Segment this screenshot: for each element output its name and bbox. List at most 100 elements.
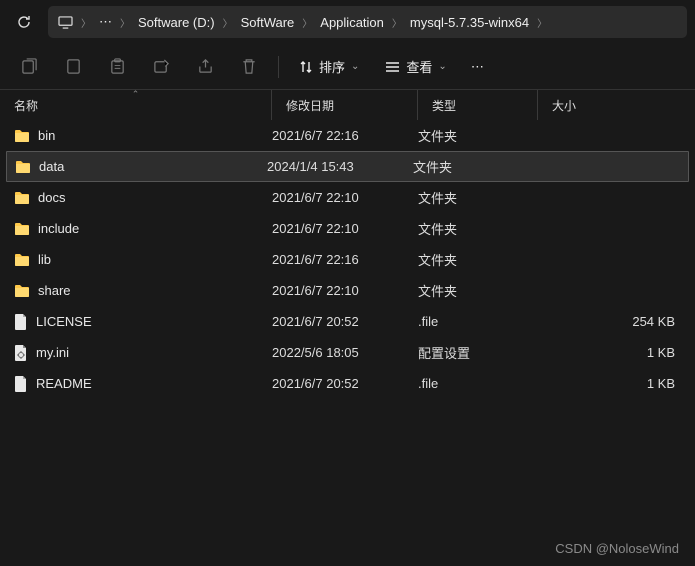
titlebar: 〉 ⋯ 〉 Software (D:) 〉 SoftWare 〉 Applica… (0, 0, 695, 44)
view-label: 查看 (406, 57, 432, 76)
file-name: share (38, 283, 71, 298)
column-label: 名称 (14, 97, 38, 114)
toolbar: 排序 ⌄ 查看 ⌄ ⋯ (0, 44, 695, 90)
file-type: .file (418, 376, 538, 391)
file-name-cell: lib (14, 252, 272, 267)
paste-icon (109, 58, 126, 75)
file-date: 2021/6/7 22:16 (272, 252, 418, 267)
copy-icon (65, 58, 82, 75)
more-menu[interactable]: ⋯ (463, 50, 494, 84)
file-name: LICENSE (36, 314, 92, 329)
refresh-button[interactable] (8, 6, 40, 38)
file-row[interactable]: docs 2021/6/7 22:10文件夹 (0, 182, 695, 213)
file-type: 配置设置 (418, 343, 538, 362)
chevron-right-icon: 〉 (79, 15, 93, 30)
breadcrumb[interactable]: 〉 ⋯ 〉 Software (D:) 〉 SoftWare 〉 Applica… (48, 6, 687, 38)
file-date: 2021/6/7 20:52 (272, 376, 418, 391)
breadcrumb-item[interactable]: Application (320, 15, 384, 30)
file-name-cell: include (14, 221, 272, 236)
file-row[interactable]: LICENSE 2021/6/7 20:52.file254 KB (0, 306, 695, 337)
file-row[interactable]: lib2021/6/7 22:16文件夹 (0, 244, 695, 275)
chevron-down-icon: ⌄ (438, 61, 446, 72)
chevron-right-icon: 〉 (221, 15, 235, 30)
file-size: 1 KB (538, 376, 695, 391)
file-row[interactable]: share 2021/6/7 22:10文件夹 (0, 275, 695, 306)
file-date: 2021/6/7 22:10 (272, 283, 418, 298)
file-type: 文件夹 (413, 157, 533, 176)
folder-icon (14, 253, 30, 267)
file-icon (14, 345, 28, 361)
paste-button[interactable] (98, 50, 136, 84)
share-button[interactable] (186, 50, 224, 84)
monitor-icon (58, 16, 73, 29)
separator (278, 56, 279, 78)
file-row[interactable]: my.ini 2022/5/6 18:05配置设置1 KB (0, 337, 695, 368)
breadcrumb-item[interactable]: mysql-5.7.35-winx64 (410, 15, 529, 30)
share-icon (197, 58, 214, 75)
file-name-cell: README (14, 376, 272, 392)
file-name-cell: share (14, 283, 272, 298)
folder-icon (14, 284, 30, 298)
file-list: bin2021/6/7 22:16文件夹data2024/1/4 15:43文件… (0, 120, 695, 399)
file-type: 文件夹 (418, 281, 538, 300)
watermark: CSDN @NoloseWind (555, 541, 679, 556)
column-headers: ⌃ 名称 修改日期 类型 大小 (0, 90, 695, 120)
file-type: .file (418, 314, 538, 329)
list-icon (385, 61, 400, 73)
chevron-right-icon: 〉 (535, 15, 549, 30)
sort-label: 排序 (319, 57, 345, 76)
sort-icon (299, 60, 313, 74)
view-menu[interactable]: 查看 ⌄ (375, 50, 456, 84)
file-name: docs (38, 190, 65, 205)
rename-button[interactable] (142, 50, 180, 84)
folder-icon (14, 129, 30, 143)
file-name-cell: docs (14, 190, 272, 205)
file-row[interactable]: data 2024/1/4 15:43文件夹 (6, 151, 689, 182)
sort-caret-icon: ⌃ (132, 89, 140, 100)
file-name: include (38, 221, 79, 236)
file-row[interactable]: README2021/6/7 20:52.file1 KB (0, 368, 695, 399)
file-name-cell: LICENSE (14, 314, 272, 330)
cut-icon (21, 58, 38, 75)
breadcrumb-item[interactable]: Software (D:) (138, 15, 215, 30)
file-size: 1 KB (538, 345, 695, 360)
file-name-cell: bin (14, 128, 272, 143)
cut-button[interactable] (10, 50, 48, 84)
file-name-cell: data (15, 159, 267, 174)
rename-icon (153, 58, 170, 75)
file-icon (14, 376, 28, 392)
refresh-icon (16, 14, 32, 30)
column-label: 类型 (432, 97, 456, 114)
file-date: 2021/6/7 22:10 (272, 190, 418, 205)
file-date: 2021/6/7 22:10 (272, 221, 418, 236)
file-type: 文件夹 (418, 188, 538, 207)
file-size: 254 KB (538, 314, 695, 329)
file-name: my.ini (36, 345, 69, 360)
sort-menu[interactable]: 排序 ⌄ (289, 50, 369, 84)
breadcrumb-item[interactable]: SoftWare (241, 15, 295, 30)
file-row[interactable]: bin 2021/6/7 22:16文件夹 (0, 120, 695, 151)
file-name: bin (38, 128, 55, 143)
file-name: lib (38, 252, 51, 267)
chevron-right-icon: 〉 (390, 15, 404, 30)
file-row[interactable]: include 2021/6/7 22:10文件夹 (0, 213, 695, 244)
copy-button[interactable] (54, 50, 92, 84)
more-icon: ⋯ (471, 59, 486, 75)
folder-icon (14, 222, 30, 236)
column-header-type[interactable]: 类型 (418, 90, 538, 120)
file-name: data (39, 159, 64, 174)
file-date: 2021/6/7 22:16 (272, 128, 418, 143)
file-date: 2021/6/7 20:52 (272, 314, 418, 329)
file-type: 文件夹 (418, 126, 538, 145)
more-icon[interactable]: ⋯ (99, 14, 112, 30)
column-header-date[interactable]: 修改日期 (272, 90, 418, 120)
column-header-name[interactable]: ⌃ 名称 (0, 90, 272, 120)
delete-button[interactable] (230, 50, 268, 84)
file-date: 2024/1/4 15:43 (267, 159, 413, 174)
file-type: 文件夹 (418, 219, 538, 238)
column-header-size[interactable]: 大小 (538, 90, 695, 120)
file-date: 2022/5/6 18:05 (272, 345, 418, 360)
column-label: 大小 (552, 97, 576, 114)
file-icon (14, 314, 28, 330)
chevron-right-icon: 〉 (118, 15, 132, 30)
